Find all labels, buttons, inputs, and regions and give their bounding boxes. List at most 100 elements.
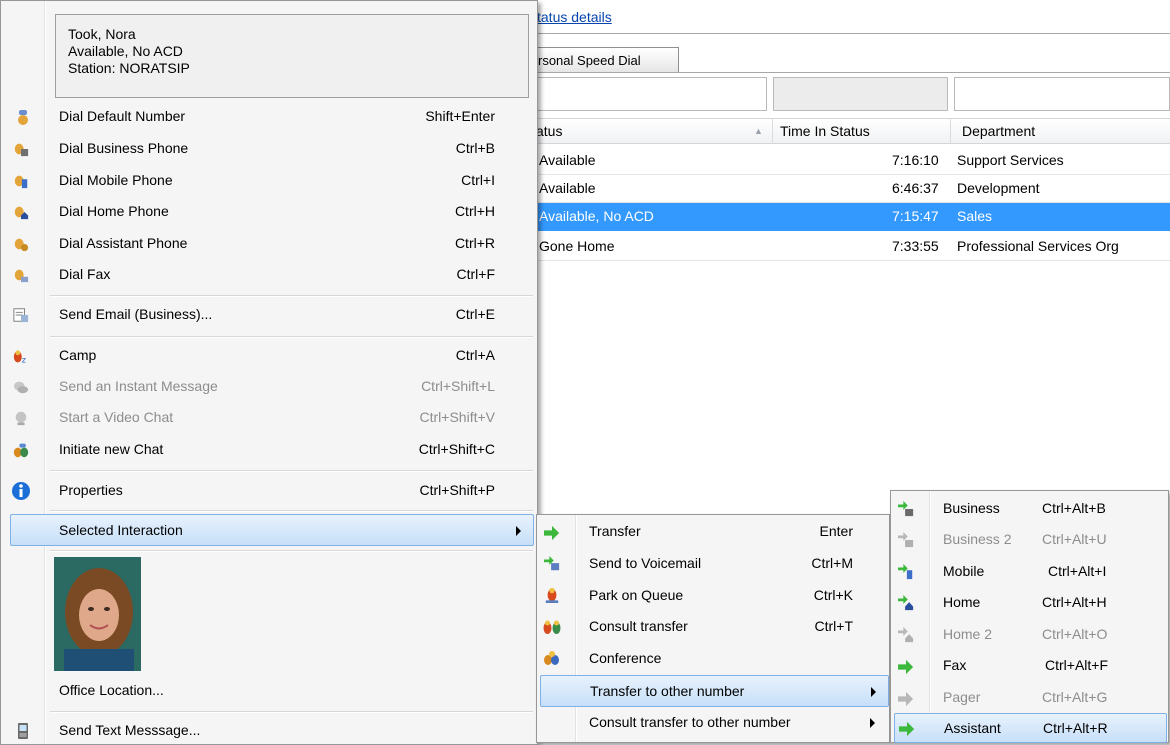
- table-row[interactable]: Gone Home 7:33:55 Professional Services …: [530, 233, 1170, 261]
- menu-item-conference[interactable]: Conference: [539, 645, 887, 673]
- menu-item-dial-business-phone[interactable]: Dial Business Phone Ctrl+B: [5, 135, 533, 163]
- time-cell: 6:46:37: [892, 180, 939, 196]
- menu-item-shortcut: Ctrl+Shift+V: [419, 409, 495, 425]
- menu-item-label: Park on Queue: [589, 587, 684, 603]
- menu-item-shortcut: Ctrl+M: [811, 555, 853, 571]
- menu-item-park-on-queue[interactable]: Park on Queue Ctrl+K: [539, 582, 887, 610]
- transfer-home-icon: [898, 595, 914, 611]
- menu-item-selected-interaction[interactable]: Selected Interaction: [10, 514, 534, 546]
- transfer-mobile-icon: [898, 564, 913, 580]
- department-filter-input[interactable]: [954, 77, 1170, 111]
- divider: [530, 33, 1170, 34]
- status-cell: Gone Home: [539, 238, 615, 254]
- menu-item-send-instant-message[interactable]: Send an Instant Message Ctrl+Shift+L: [5, 373, 533, 401]
- menu-item-label: Office Location...: [59, 682, 164, 698]
- menu-item-dial-fax[interactable]: Dial Fax Ctrl+F: [5, 261, 533, 289]
- menu-separator: [50, 510, 533, 512]
- menu-item-transfer-to-other-number[interactable]: Transfer to other number: [540, 675, 889, 707]
- transfer-assistant-icon: [899, 721, 915, 737]
- column-divider[interactable]: [772, 119, 773, 144]
- transfer-business-icon: [898, 501, 914, 517]
- menu-item-send-text-message[interactable]: Send Text Messsage...: [5, 717, 533, 745]
- column-divider[interactable]: [950, 119, 951, 144]
- table-row[interactable]: Available 6:46:37 Development: [530, 175, 1170, 203]
- menu-item-label: Business 2: [943, 531, 1012, 547]
- transfer-home2-icon: [898, 627, 914, 643]
- menu-item-dial-home-phone[interactable]: Dial Home Phone Ctrl+H: [5, 198, 533, 226]
- menu-item-dial-assistant-phone[interactable]: Dial Assistant Phone Ctrl+R: [5, 230, 533, 258]
- tab-personal-speed-dial[interactable]: rsonal Speed Dial: [532, 47, 679, 72]
- status-details-link[interactable]: tatus details: [537, 9, 612, 25]
- column-header-status[interactable]: atus: [536, 123, 562, 139]
- menu-separator: [50, 550, 533, 552]
- email-icon: [13, 308, 29, 323]
- park-icon: [545, 587, 559, 603]
- menu-item-office-location[interactable]: Office Location...: [5, 677, 533, 705]
- menu-item-initiate-new-chat[interactable]: Initiate new Chat Ctrl+Shift+C: [5, 436, 533, 464]
- menu-item-start-video-chat[interactable]: Start a Video Chat Ctrl+Shift+V: [5, 404, 533, 432]
- status-cell: Available: [539, 152, 596, 168]
- transfer-arrow-icon: [544, 525, 560, 541]
- menu-item-transfer-business-2[interactable]: Business 2 Ctrl+Alt+U: [893, 526, 1166, 554]
- menu-item-camp[interactable]: z Camp Ctrl+A: [5, 342, 533, 370]
- menu-item-shortcut: Ctrl+Alt+R: [1043, 720, 1108, 736]
- contact-name: Took, Nora: [68, 26, 136, 42]
- status-cell: Available: [539, 180, 596, 196]
- menu-item-label: Dial Mobile Phone: [59, 172, 173, 188]
- sort-ascending-icon: ▲: [754, 126, 763, 136]
- menu-item-transfer-pager[interactable]: Pager Ctrl+Alt+G: [893, 684, 1166, 712]
- menu-item-shortcut: Ctrl+H: [454, 203, 495, 219]
- menu-item-consult-transfer[interactable]: Consult transfer Ctrl+T: [539, 613, 887, 641]
- menu-item-transfer-home-2[interactable]: Home 2 Ctrl+Alt+O: [893, 621, 1166, 649]
- menu-item-label: Selected Interaction: [59, 522, 183, 538]
- status-filter-input[interactable]: [534, 77, 767, 111]
- menu-item-transfer-mobile[interactable]: Mobile Ctrl+Alt+I: [893, 558, 1166, 586]
- menu-item-transfer-business[interactable]: Business Ctrl+Alt+B: [893, 495, 1166, 523]
- submenu-arrow-icon: [871, 687, 876, 697]
- menu-item-label: Conference: [589, 650, 662, 666]
- dial-business-icon: [14, 143, 29, 157]
- menu-item-label: Transfer: [589, 523, 641, 539]
- transfer-fax-icon: [898, 659, 914, 675]
- menu-item-transfer-fax[interactable]: Fax Ctrl+Alt+F: [893, 652, 1166, 680]
- transfer-to-other-number-submenu: Business Ctrl+Alt+B Business 2 Ctrl+Alt+…: [890, 490, 1169, 743]
- menu-item-label: Home: [943, 594, 981, 610]
- menu-item-label: Dial Assistant Phone: [59, 235, 188, 251]
- menu-item-dial-mobile-phone[interactable]: Dial Mobile Phone Ctrl+I: [5, 167, 533, 195]
- time-filter-input[interactable]: [773, 77, 948, 111]
- column-header-department[interactable]: Department: [962, 123, 1035, 139]
- menu-item-send-email[interactable]: Send Email (Business)... Ctrl+E: [5, 301, 533, 329]
- dial-fax-icon: [14, 269, 29, 283]
- info-icon: [12, 482, 30, 500]
- time-cell: 7:16:10: [892, 152, 939, 168]
- menu-item-label: Transfer to other number: [590, 683, 745, 699]
- menu-item-label: Dial Home Phone: [59, 203, 169, 219]
- contact-context-menu: Took, Nora Available, No ACD Station: NO…: [0, 0, 538, 745]
- menu-item-shortcut: Ctrl+F: [456, 266, 496, 282]
- table-row[interactable]: Available 7:16:10 Support Services: [530, 147, 1170, 175]
- menu-item-shortcut: Ctrl+Alt+H: [1042, 594, 1107, 610]
- menu-item-shortcut: Ctrl+T: [814, 618, 854, 634]
- menu-item-consult-transfer-to-other-number[interactable]: Consult transfer to other number: [539, 709, 887, 737]
- menu-item-shortcut: Shift+Enter: [425, 108, 495, 124]
- column-header-time-in-status[interactable]: Time In Status: [780, 123, 870, 139]
- menu-item-properties[interactable]: Properties Ctrl+Shift+P: [5, 477, 533, 505]
- menu-item-label: Start a Video Chat: [59, 409, 174, 425]
- divider: [530, 72, 1170, 73]
- menu-item-dial-default-number[interactable]: Dial Default Number Shift+Enter: [5, 103, 533, 131]
- menu-item-transfer-home[interactable]: Home Ctrl+Alt+H: [893, 589, 1166, 617]
- menu-item-label: Dial Fax: [59, 266, 111, 282]
- menu-item-shortcut: Ctrl+Alt+I: [1048, 563, 1107, 579]
- menu-item-transfer[interactable]: Transfer Enter: [539, 518, 887, 546]
- table-row-selected[interactable]: Available, No ACD 7:15:47 Sales: [530, 203, 1170, 231]
- department-cell: Support Services: [957, 152, 1064, 168]
- menu-item-shortcut: Ctrl+Alt+F: [1045, 657, 1109, 673]
- menu-item-label: Send to Voicemail: [589, 555, 702, 571]
- conference-icon: [544, 651, 559, 665]
- menu-item-transfer-assistant[interactable]: Assistant Ctrl+Alt+R: [894, 713, 1167, 743]
- menu-item-label: Properties: [59, 482, 123, 498]
- menu-item-shortcut: Ctrl+I: [461, 172, 495, 188]
- menu-item-shortcut: Ctrl+A: [455, 347, 495, 363]
- menu-item-send-to-voicemail[interactable]: Send to Voicemail Ctrl+M: [539, 550, 887, 578]
- menu-item-shortcut: Ctrl+Alt+G: [1042, 689, 1108, 705]
